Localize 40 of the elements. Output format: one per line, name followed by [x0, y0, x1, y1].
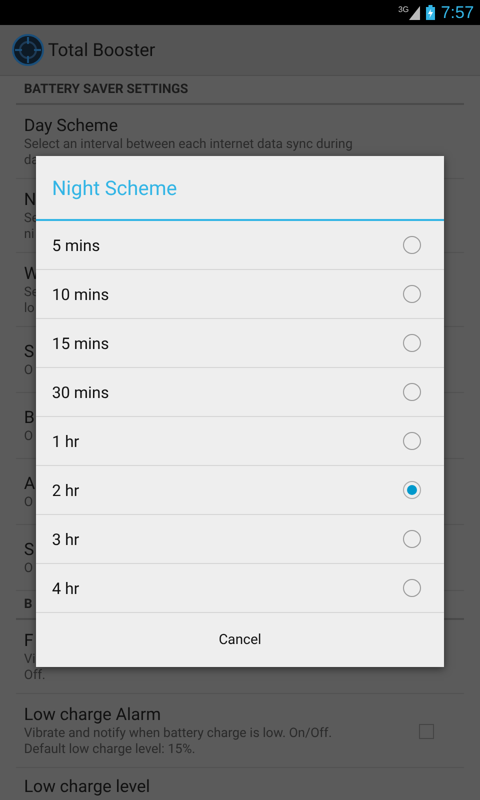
- setting-title: Low charge Alarm: [24, 704, 161, 726]
- option-row[interactable]: 2 hr: [36, 466, 444, 515]
- option-row[interactable]: 10 mins: [36, 270, 444, 319]
- network-type: 3G: [398, 6, 409, 14]
- setting-title: Low charge level: [24, 776, 150, 798]
- option-row[interactable]: 1 hr: [36, 417, 444, 466]
- app-title: Total Booster: [48, 40, 156, 60]
- setting-title: Day Scheme: [24, 115, 118, 137]
- app-logo-icon[interactable]: [12, 34, 44, 66]
- radio-button[interactable]: [403, 432, 421, 450]
- radio-button[interactable]: [403, 383, 421, 401]
- option-label: 10 mins: [52, 284, 110, 304]
- radio-button[interactable]: [403, 236, 421, 254]
- battery-icon: [426, 5, 435, 20]
- cancel-button[interactable]: Cancel: [36, 613, 444, 667]
- section-header: BATTERY SAVER SETTINGS: [16, 76, 464, 105]
- option-label: 5 mins: [52, 236, 101, 254]
- option-label: 3 hr: [52, 530, 80, 548]
- dialog-title: Night Scheme: [36, 156, 444, 221]
- option-label: 1 hr: [52, 432, 80, 450]
- option-row[interactable]: 3 hr: [36, 515, 444, 564]
- setting-title: B: [24, 407, 35, 429]
- signal-icon: [408, 6, 420, 20]
- setting-title: F: [24, 630, 34, 652]
- radio-button[interactable]: [403, 530, 421, 548]
- option-label: 2 hr: [52, 480, 80, 500]
- setting-title: N: [24, 189, 36, 211]
- option-row[interactable]: 15 mins: [36, 319, 444, 368]
- option-row[interactable]: 30 mins: [36, 368, 444, 417]
- setting-title: S: [24, 539, 34, 561]
- option-label: 30 mins: [52, 382, 110, 402]
- radio-button[interactable]: [403, 285, 421, 303]
- option-label: 15 mins: [52, 334, 110, 352]
- radio-button[interactable]: [403, 481, 421, 499]
- radio-button[interactable]: [403, 334, 421, 352]
- option-row[interactable]: 5 mins: [36, 221, 444, 270]
- radio-button[interactable]: [403, 579, 421, 597]
- setting-title: S: [24, 341, 34, 363]
- setting-title: A: [24, 473, 36, 495]
- status-time: 7:57: [440, 2, 474, 22]
